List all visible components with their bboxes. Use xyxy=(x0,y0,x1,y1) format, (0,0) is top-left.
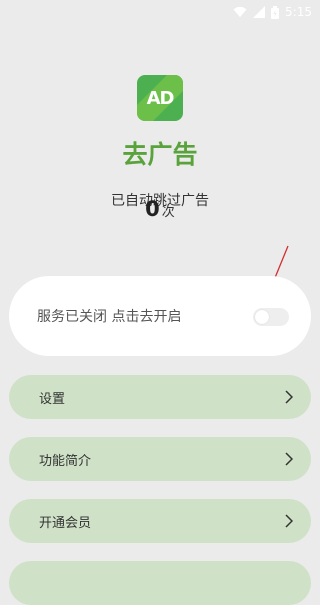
menu-item-membership[interactable]: 开通会员 xyxy=(9,499,311,543)
app-logo: AD xyxy=(137,75,183,121)
chevron-right-icon xyxy=(285,390,294,408)
skip-count: 0 xyxy=(145,197,160,221)
chevron-right-icon xyxy=(285,452,294,470)
status-bar: 5:15 xyxy=(0,0,320,24)
battery-icon xyxy=(271,5,280,19)
service-status-text: 服务已关闭 点击去开启 xyxy=(37,309,182,325)
toggle-knob xyxy=(255,310,269,324)
menu-item-settings[interactable]: 设置 xyxy=(9,375,311,419)
app-title: 去广告 xyxy=(122,140,198,169)
service-toggle[interactable] xyxy=(253,308,289,326)
skip-count-unit: 次 xyxy=(161,205,175,220)
logo-text: AD xyxy=(146,87,175,109)
service-card[interactable]: 服务已关闭 点击去开启 xyxy=(9,276,311,356)
chevron-right-icon xyxy=(285,514,294,532)
menu-item-intro[interactable]: 功能简介 xyxy=(9,437,311,481)
menu-item-label: 开通会员 xyxy=(39,515,92,531)
status-time: 5:15 xyxy=(285,5,312,19)
wifi-icon xyxy=(233,6,247,18)
menu-item-partial[interactable] xyxy=(9,561,311,605)
cellular-signal-icon xyxy=(253,6,266,18)
menu-item-label: 设置 xyxy=(39,391,66,407)
menu-item-label: 功能简介 xyxy=(39,453,92,469)
skip-count-row: 0 次 xyxy=(0,197,320,225)
